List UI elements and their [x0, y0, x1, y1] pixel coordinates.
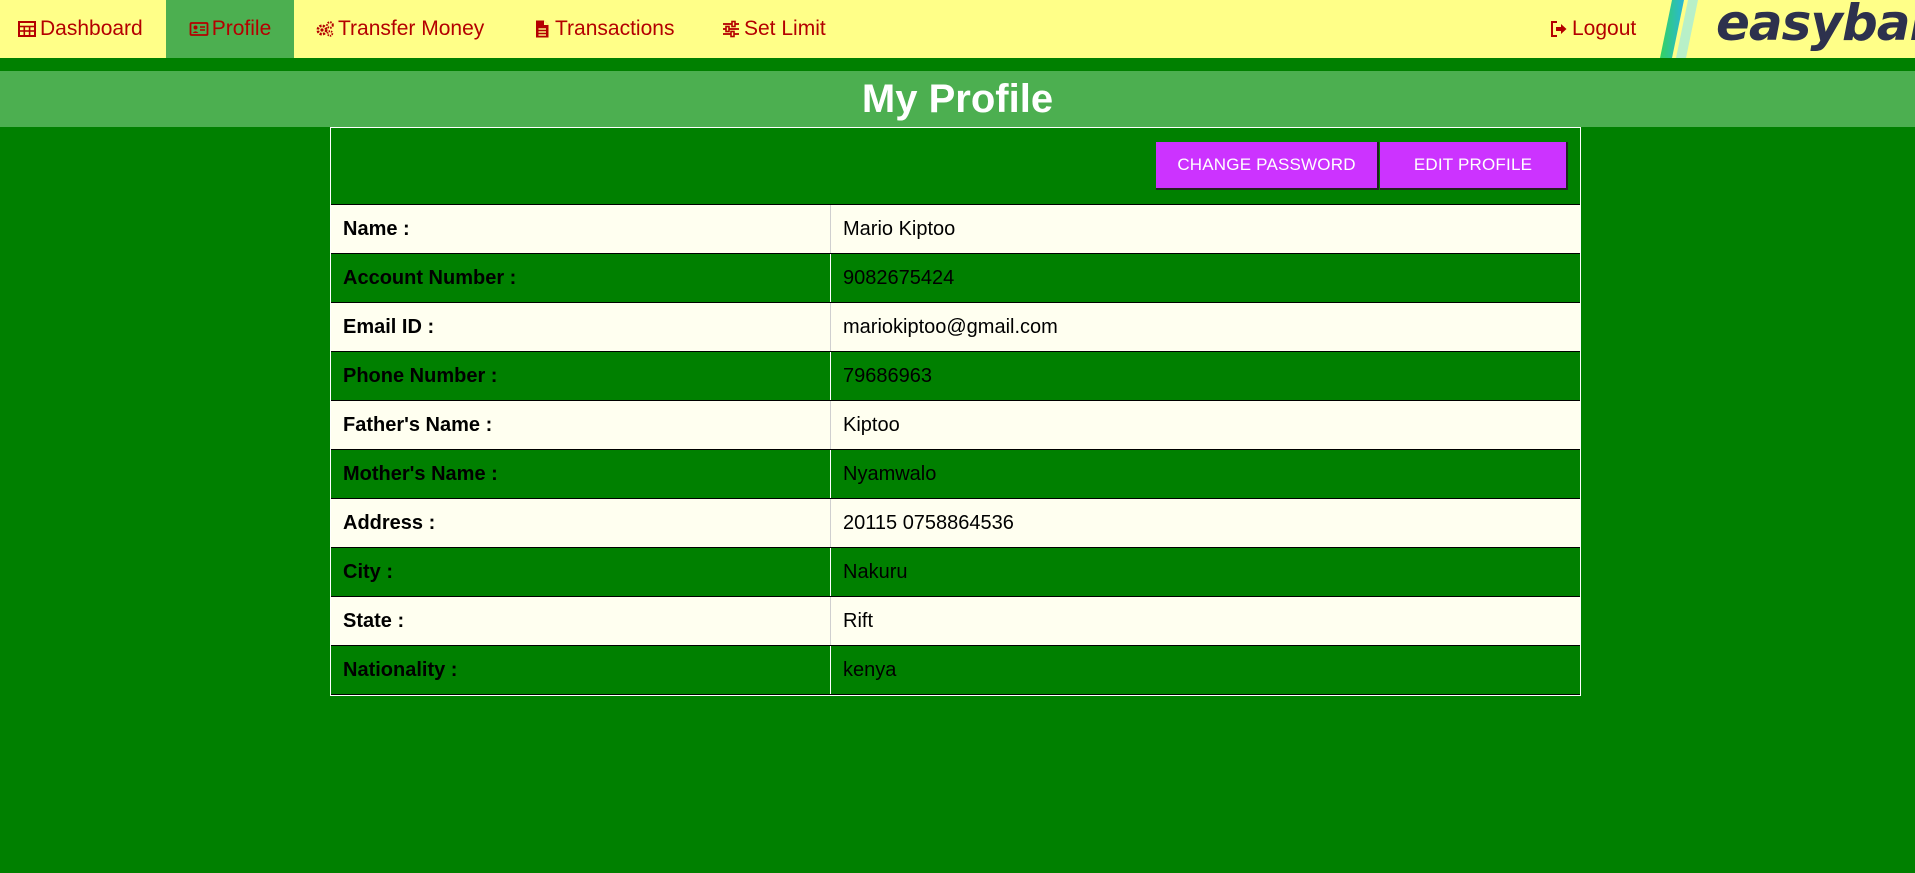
nav-transactions-label: Transactions: [555, 17, 675, 40]
nav-transactions[interactable]: Transactions: [532, 0, 674, 58]
row-value: Nyamwalo: [843, 462, 937, 485]
logo-text: easybank: [1716, 0, 1915, 52]
nav-transfer-money[interactable]: Transfer Money: [315, 0, 484, 58]
nav-dashboard[interactable]: Dashboard: [0, 0, 160, 58]
profile-table: CHANGE PASSWORD EDIT PROFILE Name : Mari…: [330, 127, 1581, 696]
row-label: City :: [331, 548, 831, 596]
row-label: Address :: [331, 499, 831, 547]
row-value: 79686963: [843, 364, 932, 387]
row-label: Nationality :: [331, 646, 831, 694]
row-label: Email ID :: [331, 303, 831, 351]
logout-link[interactable]: Logout: [1549, 0, 1636, 58]
nav-profile[interactable]: Profile: [166, 0, 294, 58]
row-value: kenya: [843, 658, 897, 681]
logo-stripes-icon: [1660, 0, 1698, 58]
row-value: 20115 0758864536: [843, 511, 1014, 534]
row-label: Name :: [331, 205, 831, 253]
nav-dashboard-label: Dashboard: [40, 17, 143, 40]
nav-transfer-money-label: Transfer Money: [338, 17, 485, 40]
row-value: Rift: [843, 609, 873, 632]
profile-row-account-number: Account Number : 9082675424: [331, 254, 1580, 303]
row-value: Nakuru: [843, 560, 908, 583]
profile-row-mothers-name: Mother's Name : Nyamwalo: [331, 450, 1580, 499]
title-bar: My Profile: [0, 71, 1915, 127]
row-label: Mother's Name :: [331, 450, 831, 498]
row-label: State :: [331, 597, 831, 645]
nav-divider: [0, 58, 1915, 71]
easybank-logo[interactable]: easybank: [1658, 0, 1915, 58]
profile-row-phone: Phone Number : 79686963: [331, 352, 1580, 401]
row-label: Father's Name :: [331, 401, 831, 449]
sliders-icon: [721, 19, 741, 39]
row-value: mariokiptoo@gmail.com: [843, 315, 1058, 338]
nav-profile-label: Profile: [211, 17, 272, 40]
logout-label: Logout: [1572, 17, 1637, 40]
profile-row-address: Address : 20115 0758864536: [331, 499, 1580, 548]
nav-set-limit[interactable]: Set Limit: [721, 0, 826, 58]
row-value: 9082675424: [843, 266, 955, 289]
profile-row-nationality: Nationality : kenya: [331, 646, 1580, 695]
file-text-icon: [532, 19, 552, 39]
row-value: Mario Kiptoo: [843, 217, 956, 240]
profile-row-name: Name : Mario Kiptoo: [331, 205, 1580, 254]
page-title: My Profile: [861, 76, 1054, 121]
sign-out-icon: [1549, 19, 1569, 39]
edit-profile-button[interactable]: EDIT PROFILE: [1380, 142, 1568, 190]
profile-row-state: State : Rift: [331, 597, 1580, 646]
profile-row-fathers-name: Father's Name : Kiptoo: [331, 401, 1580, 450]
profile-actions: CHANGE PASSWORD EDIT PROFILE: [331, 128, 1580, 205]
top-navbar: Dashboard Profile Transfer Money Transac…: [0, 0, 1915, 58]
change-password-button[interactable]: CHANGE PASSWORD: [1156, 142, 1379, 190]
gears-icon: [315, 19, 335, 39]
id-card-icon: [189, 19, 209, 39]
row-label: Phone Number :: [331, 352, 831, 400]
profile-row-email: Email ID : mariokiptoo@gmail.com: [331, 303, 1580, 352]
nav-set-limit-label: Set Limit: [744, 17, 826, 40]
table-icon: [17, 19, 37, 39]
row-label: Account Number :: [331, 254, 831, 302]
row-value: Kiptoo: [843, 413, 900, 436]
profile-row-city: City : Nakuru: [331, 548, 1580, 597]
